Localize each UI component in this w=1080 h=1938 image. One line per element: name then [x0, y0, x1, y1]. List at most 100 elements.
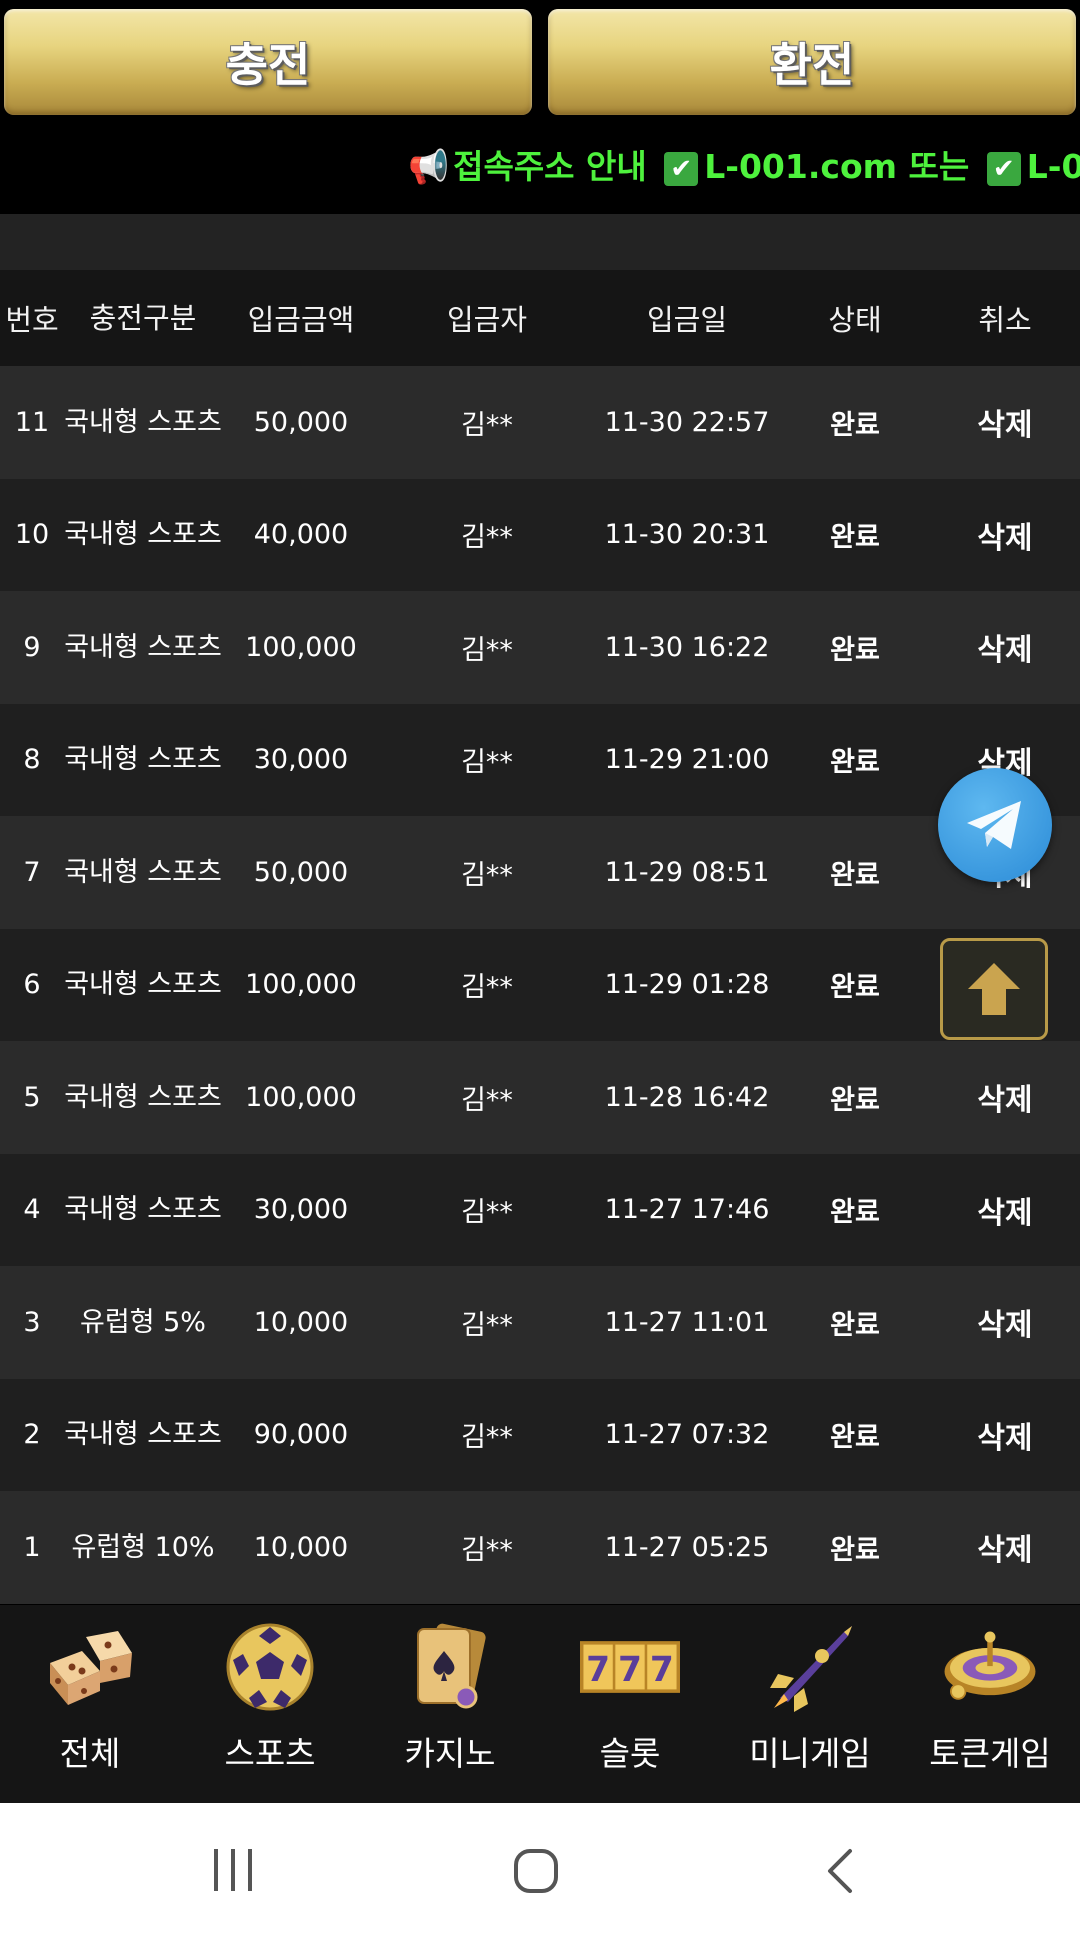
table-row: 5 국내형 스포츠 100,000 김** 11-28 16:42 완료 삭제: [0, 1041, 1080, 1154]
svg-text:7: 7: [618, 1650, 642, 1690]
row-amount: 100,000: [245, 969, 357, 1001]
row-date: 11-30 16:22: [604, 631, 770, 663]
row-depositor: 김**: [461, 409, 513, 441]
row-date: 11-27 05:25: [604, 1531, 770, 1563]
back-icon: [828, 1849, 852, 1893]
row-num: 9: [23, 631, 41, 663]
row-amount: 100,000: [245, 631, 357, 663]
delete-button[interactable]: 삭제: [930, 1300, 1080, 1344]
playing-card-icon: [400, 1619, 500, 1715]
deposit-history-table: 번호 충전구분 입금금액 입금자 입금일 상태 취소 11 국내형 스포츠 50,0…: [0, 270, 1080, 1604]
row-type: 국내형 스포츠: [64, 406, 222, 438]
table-row: 1 유럽형 10% 10,000 김** 11-27 05:25 완료 삭제: [0, 1491, 1080, 1604]
row-num: 4: [23, 1194, 41, 1226]
row-status: 완료: [830, 1534, 880, 1566]
row-depositor: 김**: [461, 972, 513, 1004]
row-type: 유럽형 10%: [71, 1531, 215, 1563]
table-row: 8 국내형 스포츠 30,000 김** 11-29 21:00 완료 삭제: [0, 703, 1080, 816]
row-amount: 30,000: [253, 1194, 349, 1226]
row-status: 완료: [830, 409, 880, 441]
header-cancel: 취소: [978, 303, 1032, 337]
delete-button[interactable]: 삭제: [930, 625, 1080, 669]
row-date: 11-29 08:51: [604, 856, 770, 888]
header-date: 입금일: [646, 303, 728, 337]
row-date: 11-30 20:31: [604, 519, 770, 551]
row-amount: 40,000: [253, 519, 349, 551]
row-depositor: 김**: [461, 634, 513, 666]
row-num: 8: [23, 744, 41, 776]
rocket-icon: [760, 1619, 860, 1715]
row-amount: 10,000: [253, 1531, 349, 1563]
row-status: 완료: [830, 522, 880, 554]
telegram-icon: [967, 801, 1021, 849]
back-button[interactable]: [822, 1847, 856, 1899]
table-row: 2 국내형 스포츠 90,000 김** 11-27 07:32 완료 삭제: [0, 1378, 1080, 1491]
row-num: 1: [23, 1531, 41, 1563]
row-amount: 30,000: [253, 744, 349, 776]
delete-button[interactable]: 삭제: [930, 1188, 1080, 1232]
delete-button[interactable]: 삭제: [930, 1525, 1080, 1569]
nav-token-game[interactable]: 토큰게임: [900, 1605, 1080, 1803]
nav-sports[interactable]: 스포츠: [180, 1605, 360, 1803]
nav-label-minigame: 미니게임: [749, 1734, 871, 1773]
row-depositor: 김**: [461, 1422, 513, 1454]
row-status: 완료: [830, 634, 880, 666]
notice-text-2: L-001.com 또는: [704, 147, 970, 186]
telegram-button[interactable]: [938, 768, 1052, 882]
table-row: 7국내형 스포츠50,000김**11-29 08:51완료삭제: [0, 816, 1080, 929]
nav-all[interactable]: 전체: [0, 1605, 180, 1803]
row-type: 국내형 스포츠: [64, 1081, 222, 1113]
row-status: 완료: [830, 747, 880, 779]
row-date: 11-27 07:32: [604, 1419, 770, 1451]
charge-button[interactable]: 충전: [4, 9, 532, 115]
home-icon: [514, 1849, 558, 1893]
row-num: 3: [23, 1306, 41, 1338]
home-button[interactable]: [512, 1847, 560, 1899]
row-type: 국내형 스포츠: [64, 969, 222, 1001]
row-date: 11-27 17:46: [604, 1194, 770, 1226]
row-status: 완료: [830, 1422, 880, 1454]
table-row: 6 국내형 스포츠 100,000 김** 11-29 01:28 완료: [0, 928, 1080, 1041]
exchange-button[interactable]: 환전: [548, 9, 1076, 115]
nav-slot[interactable]: 7 7 7 슬롯: [540, 1605, 720, 1803]
nav-minigame[interactable]: 미니게임: [720, 1605, 900, 1803]
android-nav-bar: [0, 1803, 1080, 1938]
row-amount: 50,000: [253, 406, 349, 438]
notice-text-3: L-002: [1026, 147, 1080, 186]
delete-button[interactable]: 삭제: [930, 1075, 1080, 1119]
row-date: 11-29 01:28: [604, 969, 770, 1001]
row-date: 11-29 21:00: [604, 744, 770, 776]
row-date: 11-30 22:57: [604, 406, 770, 438]
nav-label-casino: 카지노: [404, 1734, 496, 1773]
row-date: 11-27 11:01: [604, 1306, 770, 1338]
row-num: 10: [14, 519, 50, 551]
row-type: 국내형 스포츠: [64, 631, 222, 663]
row-num: 6: [23, 969, 41, 1001]
svg-text:7: 7: [650, 1650, 674, 1690]
scroll-top-button[interactable]: [940, 938, 1048, 1040]
row-type: 국내형 스포츠: [64, 519, 222, 551]
notice-text: 📢접속주소 안내 ✔L-001.com 또는 ✔L-002: [408, 140, 1080, 188]
row-type: 국내형 스포츠: [64, 1419, 222, 1451]
nav-label-all: 전체: [59, 1734, 121, 1773]
row-amount: 90,000: [253, 1419, 349, 1451]
header-status: 상태: [828, 303, 882, 337]
row-type: 국내형 스포츠: [64, 1194, 222, 1226]
header-amount: 입금금액: [247, 303, 355, 337]
delete-button[interactable]: 삭제: [930, 400, 1080, 444]
nav-casino[interactable]: 카지노: [360, 1605, 540, 1803]
row-status: 완료: [830, 859, 880, 891]
row-depositor: 김**: [461, 1197, 513, 1229]
recent-apps-button[interactable]: [210, 1847, 256, 1897]
checkmark-icon: ✔: [664, 151, 699, 186]
row-status: 완료: [830, 972, 880, 1004]
notice-marquee: 📢접속주소 안내 ✔L-001.com 또는 ✔L-002: [0, 126, 1080, 212]
row-depositor: 김**: [461, 1534, 513, 1566]
header-type: 충전구분: [89, 300, 197, 335]
delete-button[interactable]: 삭제: [930, 1413, 1080, 1457]
top-button-bar: 충전 환전: [0, 0, 1080, 126]
row-depositor: 김**: [461, 522, 513, 554]
row-status: 완료: [830, 1197, 880, 1229]
delete-button[interactable]: 삭제: [930, 513, 1080, 557]
roulette-icon: [940, 1619, 1040, 1715]
